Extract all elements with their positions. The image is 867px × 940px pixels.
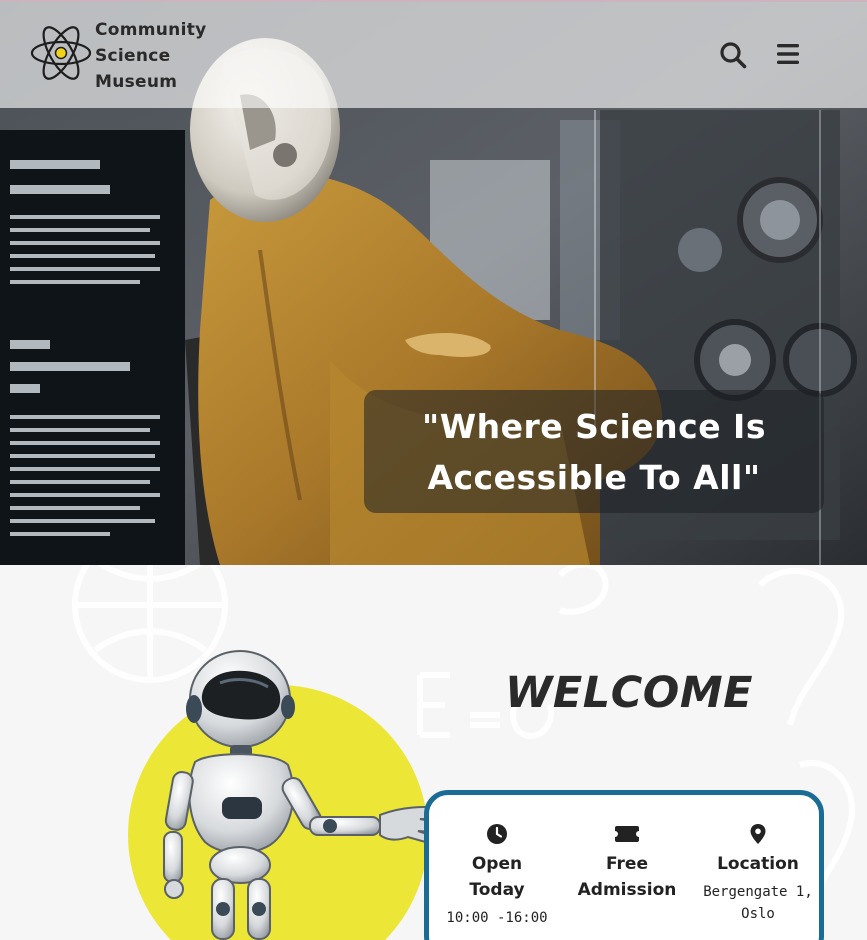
opening-hours-heading-line-1: Open: [471, 854, 523, 874]
opening-hours-heading: Open Today: [432, 851, 562, 903]
location-heading: Location: [717, 854, 799, 874]
hero-quote-box: "Where Science Is Accessible To All": [364, 390, 824, 513]
atom-icon[interactable]: [30, 22, 92, 84]
hero-quote-line-2: Accessible To All": [427, 457, 761, 497]
opening-hours-info: Open Today 10:00 -16:00: [432, 823, 562, 929]
location-address: Bergengate 1, Oslo: [693, 881, 823, 925]
brand-line-2: Science: [95, 46, 171, 66]
location-address-line-2[interactable]: Oslo: [693, 903, 823, 925]
admission-heading-line-2: Admission: [577, 880, 677, 900]
navbar: Community Science Museum: [0, 0, 867, 108]
hero-quote-line-1: "Where Science Is: [422, 406, 766, 446]
location-pin-icon: [750, 824, 766, 844]
brand-line-1: Community: [95, 20, 207, 40]
hero-quote: "Where Science Is Accessible To All": [422, 401, 766, 503]
ticket-icon: [615, 826, 639, 842]
location-info: Location Bergengate 1, Oslo: [693, 823, 823, 925]
opening-hours-value: 10:00 -16:00: [446, 910, 548, 926]
visitor-info-card: Open Today 10:00 -16:00 Free Admission L…: [424, 790, 824, 940]
admission-heading-line-1: Free: [606, 854, 648, 874]
welcome-heading: WELCOME: [505, 668, 753, 718]
brand-line-3: Museum: [95, 72, 178, 92]
brand-name[interactable]: Community Science Museum: [95, 17, 207, 95]
location-address-line-1[interactable]: Bergengate 1,: [693, 881, 823, 903]
welcome-section: WELCOME Open Today 10:00 -16:00 Free Adm…: [0, 565, 867, 940]
hamburger-menu-icon[interactable]: [776, 43, 800, 65]
robot-illustration: [163, 650, 452, 940]
search-icon[interactable]: [719, 41, 747, 69]
admission-info: Free Admission: [562, 823, 692, 903]
clock-icon: [487, 824, 507, 844]
opening-hours-heading-line-2: Today: [469, 880, 525, 900]
admission-heading: Free Admission: [562, 851, 692, 903]
hero-banner: Community Science Museum "Where Science …: [0, 0, 867, 565]
